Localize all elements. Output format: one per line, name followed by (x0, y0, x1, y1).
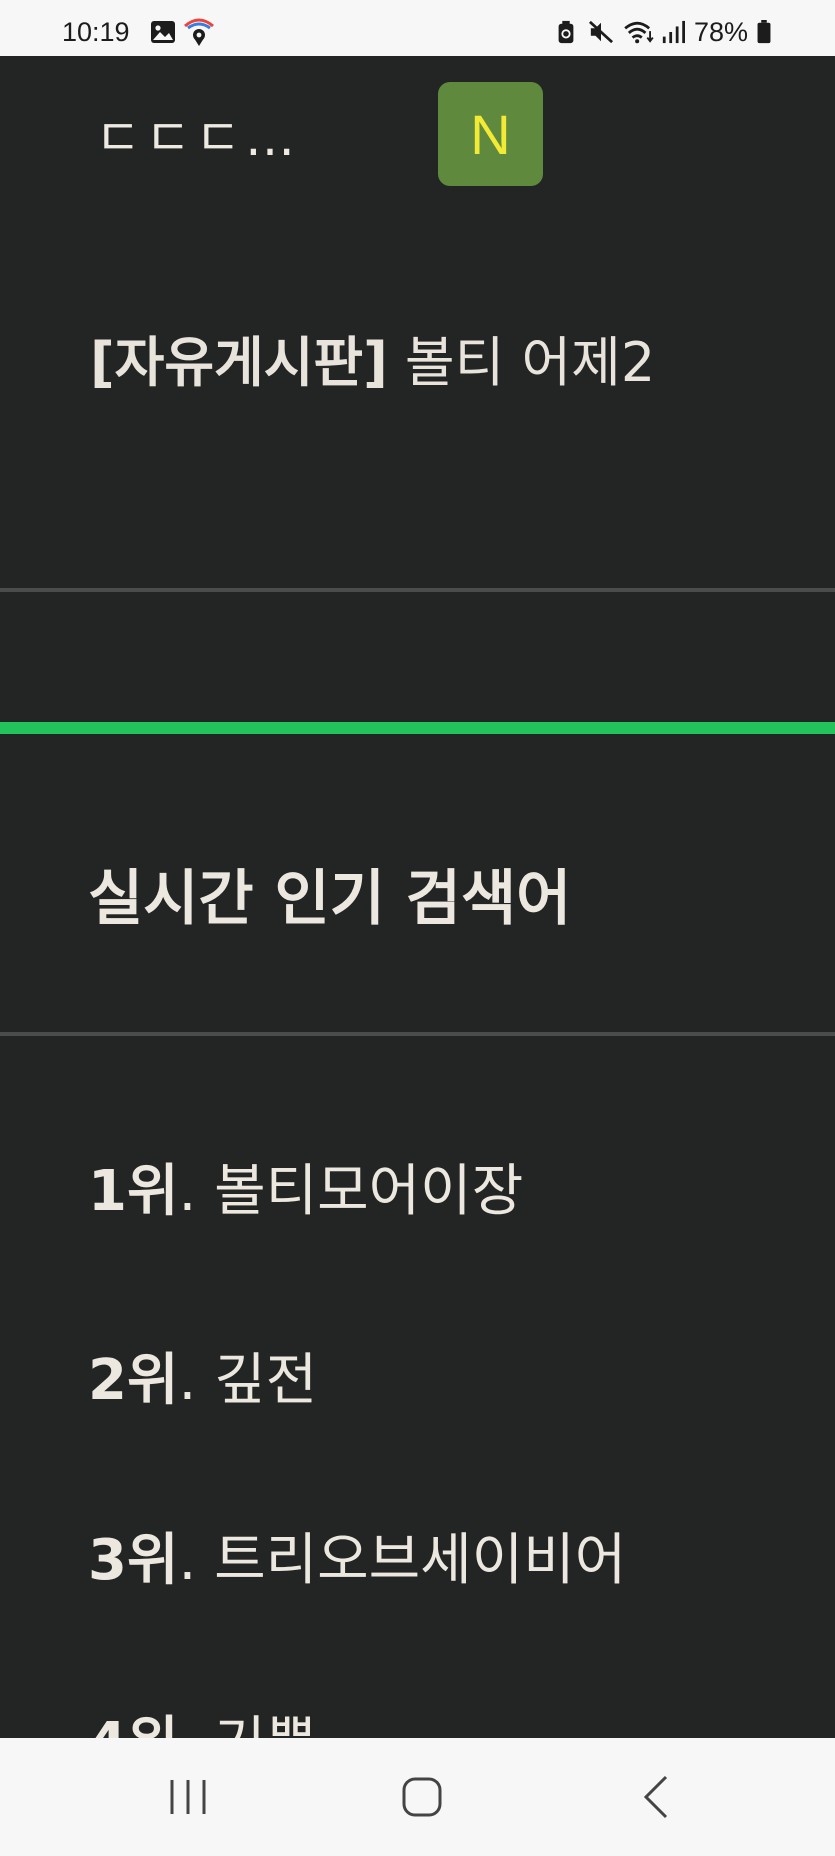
divider (0, 588, 835, 592)
ranking-item-2[interactable]: 2위. 깊전 (88, 1335, 317, 1416)
search-term: . 깊전 (178, 1348, 318, 1413)
ranking-item-1[interactable]: 1위. 볼티모어이장 (88, 1146, 523, 1227)
rank-number: 3위 (88, 1528, 179, 1593)
board-name: [자유게시판] (90, 331, 388, 394)
location-app-icon (184, 18, 214, 46)
post-title-link[interactable]: [자유게시판] 볼티 어제2 (90, 318, 655, 397)
gallery-icon (151, 21, 175, 43)
status-bar: 10:19 78% (0, 0, 835, 56)
rank-number: 2위 (88, 1348, 179, 1413)
battery-saver-icon (558, 20, 574, 44)
back-icon[interactable] (628, 1772, 684, 1822)
system-nav-bar (0, 1738, 835, 1856)
rank-number: 1위 (88, 1159, 179, 1224)
battery-percentage: 78% (694, 17, 749, 47)
search-term: . 볼티모어이장 (178, 1159, 524, 1224)
accent-bar (0, 722, 835, 734)
post-title-text: 볼티 어제2 (387, 331, 656, 394)
battery-icon (757, 20, 771, 44)
divider (0, 1032, 835, 1036)
signal-icon (662, 20, 685, 44)
screen: 10:19 78% ㄷㄷㄷ… N [자유게시판] 볼티 어제2 실시간 인기 검… (0, 0, 835, 1856)
wifi-icon (624, 21, 654, 44)
new-badge: N (438, 82, 543, 186)
ranking-item-3[interactable]: 3위. 트리오브세이비어 (88, 1515, 626, 1596)
recent-apps-icon[interactable] (160, 1772, 216, 1822)
mute-icon (588, 20, 614, 44)
status-time: 10:19 (62, 17, 130, 47)
home-icon[interactable] (394, 1772, 450, 1822)
search-term: . 트리오브세이비어 (178, 1528, 627, 1593)
page-header-title: ㄷㄷㄷ… (95, 109, 299, 167)
section-title: 실시간 인기 검색어 (88, 864, 572, 934)
